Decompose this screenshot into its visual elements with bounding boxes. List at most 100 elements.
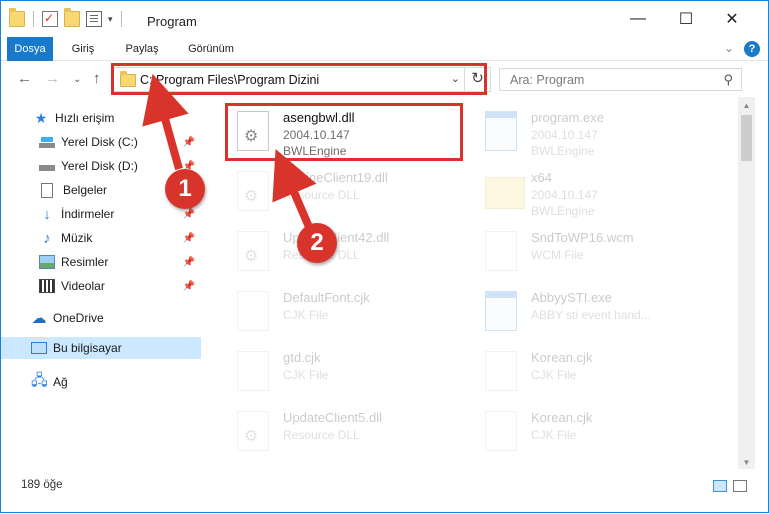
folder-icon [485, 177, 525, 209]
file-item[interactable]: UpdateClient42.dll Resource DLL [219, 223, 459, 279]
sidebar-item-label: Belgeler [63, 183, 108, 197]
folder-item[interactable]: x64 2004.10.147 BWLEngine [467, 163, 707, 219]
cloud-icon: ☁ [31, 310, 47, 327]
properties-icon[interactable] [42, 11, 58, 27]
address-highlight-box [111, 63, 487, 95]
videos-icon [39, 279, 55, 293]
sidebar-item-label: Bu bilgisayar [53, 341, 122, 355]
file-type: WCM File [531, 248, 584, 262]
sidebar-item-label: İndirmeler [61, 207, 115, 221]
file-item[interactable]: SndToWP16.wcm WCM File [467, 223, 707, 279]
disk-icon [39, 135, 55, 149]
new-folder-icon[interactable] [64, 8, 80, 27]
pin-icon[interactable]: 📌 [183, 137, 195, 148]
download-icon: ↓ [43, 205, 51, 223]
qat-customize-icon[interactable]: ▾ [108, 14, 113, 25]
file-version: 2004.10.147 [531, 128, 598, 142]
step-1-badge: 1 [165, 169, 205, 209]
tiles-view-icon[interactable] [733, 480, 747, 492]
tab-home[interactable]: Giriş [63, 37, 103, 61]
scrollbar-thumb[interactable] [741, 115, 752, 161]
file-icon [237, 351, 269, 391]
scroll-up-icon[interactable]: ▲ [738, 101, 755, 110]
file-name: SndToWP16.wcm [531, 230, 634, 245]
sidebar-item-label: Yerel Disk (C:) [61, 135, 138, 149]
file-type: CJK File [531, 428, 577, 442]
navigation-pane: ★ Hızlı erişim Yerel Disk (C:) 📌 Yerel D… [1, 101, 203, 467]
sidebar-item-music[interactable]: ♪ Müzik 📌 [1, 227, 201, 249]
file-name: Korean.cjk [531, 350, 593, 365]
file-item[interactable]: UpdateClient5.dll Resource DLL [219, 403, 459, 459]
network-icon: 🖧 [31, 371, 48, 389]
maximize-button[interactable]: ☐ [663, 1, 709, 37]
window-title: Program [147, 14, 197, 29]
step-2-badge: 2 [297, 223, 337, 263]
file-icon [485, 351, 517, 391]
tab-share[interactable]: Paylaş [117, 37, 167, 61]
pin-icon[interactable]: 📌 [183, 281, 195, 292]
quick-access-toolbar: ▾ [9, 8, 124, 27]
sidebar-item-label: Resimler [61, 255, 109, 269]
divider [33, 11, 34, 27]
tab-view[interactable]: Görünüm [181, 37, 241, 61]
help-icon[interactable]: ? [744, 41, 760, 57]
back-icon[interactable]: ← [17, 70, 32, 87]
forward-icon[interactable]: → [45, 70, 60, 87]
file-item[interactable]: Korean.cjk CJK File [467, 343, 707, 399]
item-count: 189 öğe [21, 479, 63, 491]
up-icon[interactable]: ↑ [93, 70, 101, 87]
file-icon [485, 231, 517, 271]
file-item[interactable]: DefaultFont.cjk CJK File [219, 283, 459, 339]
file-type: Resource DLL [283, 188, 360, 202]
music-icon: ♪ [43, 229, 51, 247]
sidebar-item-network[interactable]: 🖧 Ağ [1, 371, 201, 393]
file-item[interactable]: EngineClient19.dll Resource DLL [219, 163, 459, 219]
file-description: BWLEngine [531, 204, 595, 218]
sidebar-item-pictures[interactable]: Resimler 📌 [1, 251, 201, 273]
file-name: gtd.cjk [283, 350, 321, 365]
ribbon-tabs: Dosya Giriş Paylaş Görünüm ⌄ ? [1, 37, 768, 61]
document-icon [41, 182, 53, 198]
sidebar-item-videos[interactable]: Videolar 📌 [1, 275, 201, 297]
search-icon[interactable]: ⚲ [723, 72, 733, 88]
sidebar-item-onedrive[interactable]: ☁ OneDrive [1, 307, 201, 329]
sidebar-item-label: OneDrive [53, 311, 104, 325]
details-view-icon[interactable] [713, 480, 727, 492]
minimize-button[interactable]: — [615, 1, 661, 37]
file-name: DefaultFont.cjk [283, 290, 370, 305]
file-type: CJK File [283, 368, 329, 382]
file-name: AbbyySTI.exe [531, 290, 612, 305]
file-item[interactable]: gtd.cjk CJK File [219, 343, 459, 399]
pin-icon[interactable]: 📌 [183, 233, 195, 244]
tab-file[interactable]: Dosya [7, 37, 53, 61]
pin-icon[interactable]: 📌 [183, 209, 195, 220]
file-item[interactable]: program.exe 2004.10.147 BWLEngine [467, 103, 707, 159]
file-type: CJK File [531, 368, 577, 382]
sidebar-item-quick-access[interactable]: ★ Hızlı erişim [1, 107, 201, 129]
sidebar-item-label: Hızlı erişim [55, 111, 115, 125]
file-name: Korean.cjk [531, 410, 593, 425]
ribbon-expand-icon[interactable]: ⌄ [724, 41, 734, 55]
computer-icon [31, 342, 47, 354]
view-options-icon[interactable] [86, 11, 102, 27]
search-field[interactable]: Ara: Program ⚲ [499, 68, 742, 91]
close-button[interactable]: ✕ [709, 1, 755, 37]
file-version: 2004.10.147 [531, 188, 598, 202]
file-highlight-box [225, 103, 463, 161]
dll-icon [237, 411, 269, 451]
status-bar: 189 öğe [1, 473, 768, 499]
exe-icon [485, 111, 517, 151]
vertical-scrollbar[interactable]: ▲ ▼ [738, 97, 755, 469]
sidebar-item-this-pc[interactable]: Bu bilgisayar [1, 337, 201, 359]
sidebar-item-downloads[interactable]: ↓ İndirmeler 📌 [1, 203, 201, 225]
dll-icon [237, 171, 269, 211]
pin-icon[interactable]: 📌 [183, 257, 195, 268]
sidebar-item-label: Ağ [53, 375, 68, 389]
sidebar-item-disk-c[interactable]: Yerel Disk (C:) 📌 [1, 131, 201, 153]
file-type: Resource DLL [283, 428, 360, 442]
file-item[interactable]: AbbyySTI.exe ABBY sti event hand... [467, 283, 707, 339]
file-icon [485, 411, 517, 451]
file-item[interactable]: Korean.cjk CJK File [467, 403, 707, 459]
recent-locations-icon[interactable]: ⌄ [73, 74, 81, 85]
scroll-down-icon[interactable]: ▼ [738, 458, 755, 467]
